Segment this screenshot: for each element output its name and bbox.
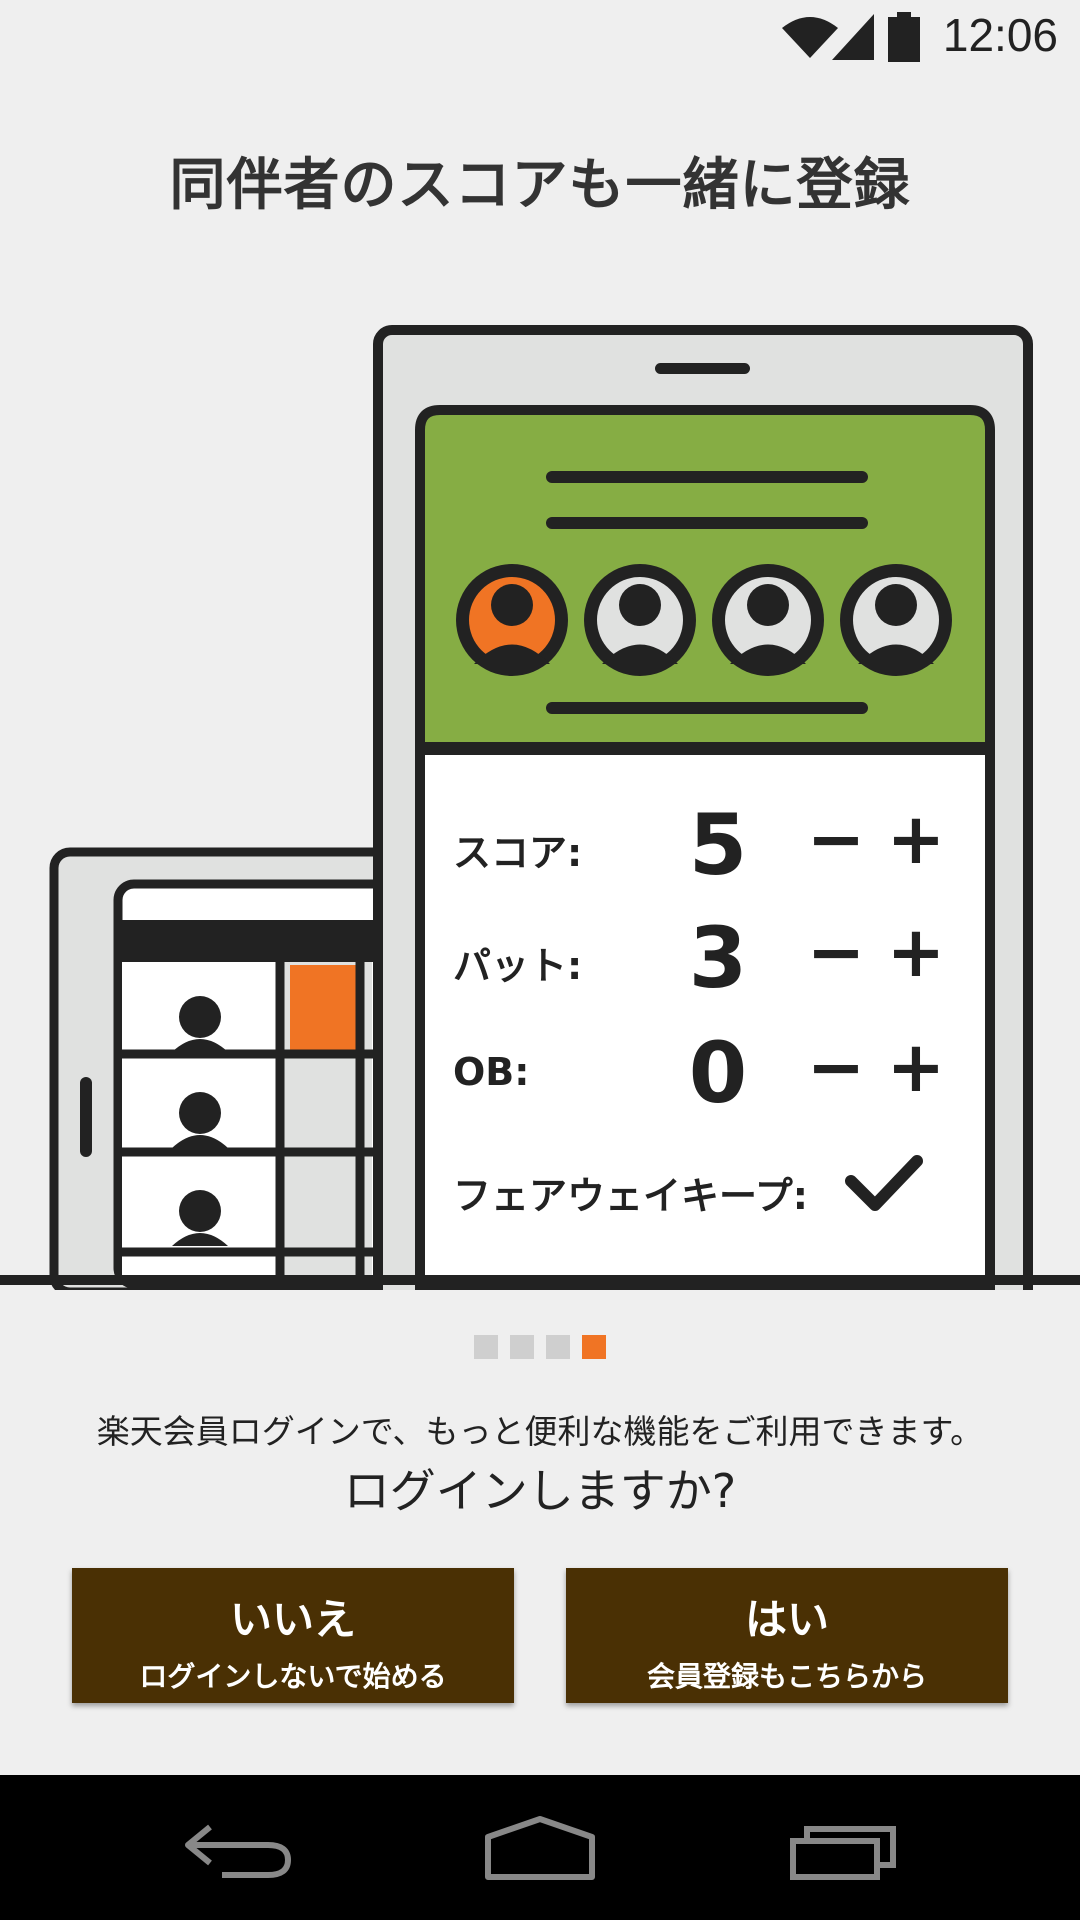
navigation-bar [0, 1775, 1080, 1920]
score-panel: スコア: 5 − + パット: 3 − + OB: 0 − + フェアウェイキー… [418, 752, 978, 1272]
small-device-illustration [49, 847, 403, 1290]
status-time: 12:06 [942, 9, 1058, 61]
no-button-title: いいえ [229, 1595, 356, 1644]
putt-label: パット: [453, 944, 583, 988]
score-value: 5 [688, 796, 748, 894]
ground-divider [0, 1275, 1080, 1285]
plus-icon: + [886, 1026, 946, 1108]
minus-icon: − [806, 911, 866, 993]
checkmark-icon [845, 1155, 923, 1211]
page-dot-active [582, 1335, 606, 1359]
recent-apps-icon[interactable] [785, 1815, 905, 1885]
home-icon[interactable] [480, 1815, 600, 1885]
score-row: スコア: 5 − + [418, 796, 978, 894]
status-bar: 12:06 [0, 0, 1080, 75]
minus-icon: − [806, 798, 866, 880]
score-label: スコア: [453, 831, 583, 875]
battery-icon [888, 12, 920, 62]
putt-row: パット: 3 − + [418, 909, 978, 1007]
no-button[interactable]: いいえ ログインしないで始める [72, 1568, 514, 1703]
login-info-text: 楽天会員ログインで、もっと便利な機能をご利用できます。 [96, 1412, 984, 1451]
page-dot [546, 1335, 570, 1359]
ob-label: OB: [453, 1050, 530, 1094]
page-title: 同伴者のスコアも一緒に登録 [169, 153, 911, 218]
yes-button-subtitle: 会員登録もこちらから [646, 1660, 927, 1693]
plus-icon: + [886, 798, 946, 880]
signal-icon [832, 14, 874, 60]
page-dot [510, 1335, 534, 1359]
minus-icon: − [806, 1026, 866, 1108]
yes-button-title: はい [744, 1595, 829, 1644]
fairway-label: フェアウェイキープ: [453, 1174, 808, 1218]
yes-button[interactable]: はい 会員登録もこちらから [566, 1568, 1008, 1703]
page-dot [474, 1335, 498, 1359]
putt-value: 3 [688, 909, 748, 1007]
no-button-subtitle: ログインしないで始める [139, 1660, 447, 1693]
wifi-icon [782, 17, 838, 58]
back-icon[interactable] [180, 1815, 300, 1885]
login-question: ログインしますか? [343, 1464, 737, 1518]
ob-value: 0 [688, 1024, 748, 1122]
fairway-row: フェアウェイキープ: [418, 1147, 978, 1237]
ob-row: OB: 0 − + [418, 1024, 978, 1122]
page-indicator [0, 1335, 1080, 1359]
plus-icon: + [886, 911, 946, 993]
